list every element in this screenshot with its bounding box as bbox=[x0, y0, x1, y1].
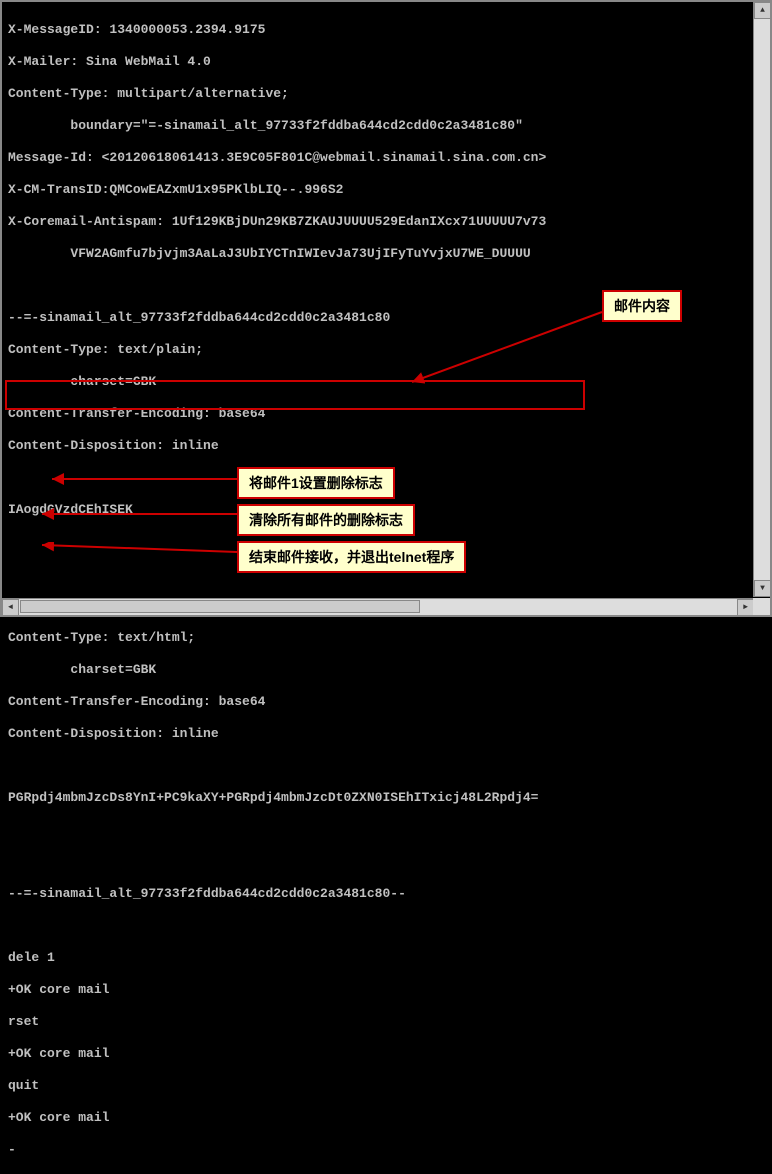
header-line: Message-Id: <20120618061413.3E9C05F801C@… bbox=[8, 150, 746, 166]
callout-content: 邮件内容 bbox=[602, 290, 682, 322]
content-highlight-box bbox=[5, 380, 585, 410]
horizontal-scrollbar[interactable]: ◄ ► bbox=[2, 598, 754, 615]
command-line: dele 1 bbox=[8, 950, 746, 966]
header-line: Content-Disposition: inline bbox=[8, 438, 746, 454]
header-line: Content-Type: text/html; bbox=[8, 630, 746, 646]
response-line: +OK core mail bbox=[8, 982, 746, 998]
callout-dele: 将邮件1设置删除标志 bbox=[237, 467, 395, 499]
command-line: rset bbox=[8, 1014, 746, 1030]
header-line: X-CM-TransID:QMCowEAZxmU1x95PKlbLIQ--.99… bbox=[8, 182, 746, 198]
header-line: X-Coremail-Antispam: 1Uf129KBjDUn29KB7ZK… bbox=[8, 214, 746, 230]
prompt-line: - bbox=[8, 1142, 746, 1158]
response-line: +OK core mail bbox=[8, 1046, 746, 1062]
scroll-thumb-h[interactable] bbox=[20, 600, 420, 613]
header-line: Content-Disposition: inline bbox=[8, 726, 746, 742]
vertical-scrollbar[interactable]: ▲ ▼ bbox=[753, 2, 770, 597]
header-line: charset=GBK bbox=[8, 662, 746, 678]
scrollbar-corner bbox=[753, 598, 770, 615]
blank-line bbox=[8, 854, 746, 870]
scroll-down-arrow[interactable]: ▼ bbox=[754, 580, 771, 597]
scroll-right-arrow[interactable]: ► bbox=[737, 599, 754, 616]
scroll-left-arrow[interactable]: ◄ bbox=[2, 599, 19, 616]
header-line: VFW2AGmfu7bjvjm3AaLaJ3UbIYCTnIWIevJa73Uj… bbox=[8, 246, 746, 262]
header-line: Content-Transfer-Encoding: base64 bbox=[8, 694, 746, 710]
header-line: Content-Type: text/plain; bbox=[8, 342, 746, 358]
header-line: X-MessageID: 1340000053.2394.9175 bbox=[8, 22, 746, 38]
callout-rset: 清除所有邮件的删除标志 bbox=[237, 504, 415, 536]
header-line: Content-Type: multipart/alternative; bbox=[8, 86, 746, 102]
header-line: boundary="=-sinamail_alt_97733f2fddba644… bbox=[8, 118, 746, 134]
boundary-line: --=-sinamail_alt_97733f2fddba644cd2cdd0c… bbox=[8, 886, 746, 902]
blank-line bbox=[8, 758, 746, 774]
body-line: PGRpdj4mbmJzcDs8YnI+PC9kaXY+PGRpdj4mbmJz… bbox=[8, 790, 746, 806]
scroll-up-arrow[interactable]: ▲ bbox=[754, 2, 771, 19]
header-line: X-Mailer: Sina WebMail 4.0 bbox=[8, 54, 746, 70]
command-line: quit bbox=[8, 1078, 746, 1094]
callout-quit: 结束邮件接收，并退出telnet程序 bbox=[237, 541, 466, 573]
blank-line bbox=[8, 918, 746, 934]
scroll-track-v[interactable] bbox=[754, 19, 770, 580]
response-line: +OK core mail bbox=[8, 1110, 746, 1126]
blank-line bbox=[8, 822, 746, 838]
scroll-track-h[interactable] bbox=[19, 599, 737, 615]
